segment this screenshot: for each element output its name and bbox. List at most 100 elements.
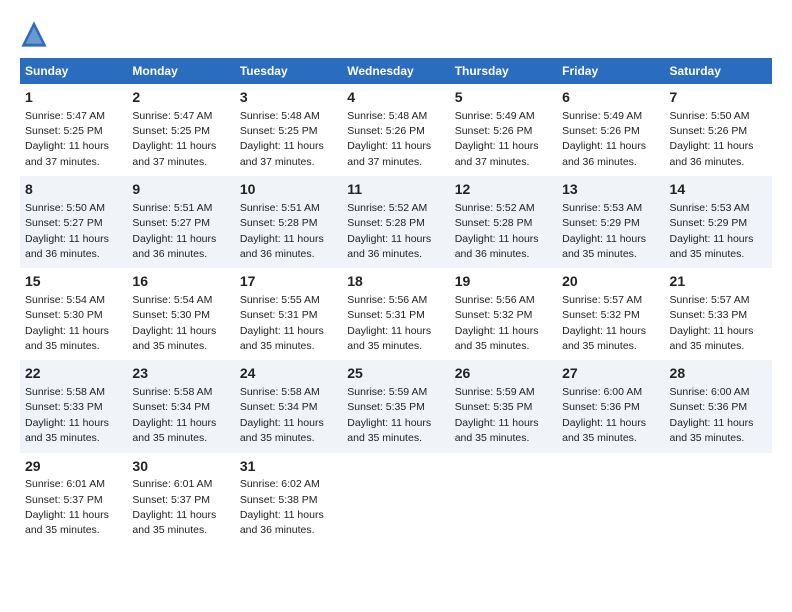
calendar-week-3: 15Sunrise: 5:54 AMSunset: 5:30 PMDayligh… bbox=[20, 268, 772, 360]
logo bbox=[20, 20, 52, 48]
day-info: Sunrise: 6:01 AMSunset: 5:37 PMDaylight:… bbox=[25, 478, 109, 536]
calendar-cell: 9Sunrise: 5:51 AMSunset: 5:27 PMDaylight… bbox=[127, 176, 234, 268]
day-info: Sunrise: 6:00 AMSunset: 5:36 PMDaylight:… bbox=[562, 386, 646, 444]
day-info: Sunrise: 5:53 AMSunset: 5:29 PMDaylight:… bbox=[670, 202, 754, 260]
calendar-cell: 14Sunrise: 5:53 AMSunset: 5:29 PMDayligh… bbox=[665, 176, 772, 268]
day-number: 30 bbox=[132, 457, 229, 477]
calendar-week-1: 1Sunrise: 5:47 AMSunset: 5:25 PMDaylight… bbox=[20, 84, 772, 176]
day-number: 15 bbox=[25, 272, 122, 292]
day-info: Sunrise: 5:57 AMSunset: 5:32 PMDaylight:… bbox=[562, 294, 646, 352]
calendar-cell bbox=[342, 453, 449, 545]
day-info: Sunrise: 5:56 AMSunset: 5:32 PMDaylight:… bbox=[455, 294, 539, 352]
calendar-cell: 15Sunrise: 5:54 AMSunset: 5:30 PMDayligh… bbox=[20, 268, 127, 360]
day-number: 22 bbox=[25, 364, 122, 384]
calendar-cell: 24Sunrise: 5:58 AMSunset: 5:34 PMDayligh… bbox=[235, 360, 342, 452]
calendar-week-2: 8Sunrise: 5:50 AMSunset: 5:27 PMDaylight… bbox=[20, 176, 772, 268]
day-info: Sunrise: 5:48 AMSunset: 5:25 PMDaylight:… bbox=[240, 110, 324, 168]
day-number: 19 bbox=[455, 272, 552, 292]
calendar-cell bbox=[665, 453, 772, 545]
day-number: 27 bbox=[562, 364, 659, 384]
day-info: Sunrise: 5:59 AMSunset: 5:35 PMDaylight:… bbox=[455, 386, 539, 444]
day-info: Sunrise: 5:54 AMSunset: 5:30 PMDaylight:… bbox=[132, 294, 216, 352]
day-number: 5 bbox=[455, 88, 552, 108]
day-number: 1 bbox=[25, 88, 122, 108]
calendar-header-friday: Friday bbox=[557, 58, 664, 84]
calendar-cell: 18Sunrise: 5:56 AMSunset: 5:31 PMDayligh… bbox=[342, 268, 449, 360]
calendar-week-5: 29Sunrise: 6:01 AMSunset: 5:37 PMDayligh… bbox=[20, 453, 772, 545]
day-info: Sunrise: 6:02 AMSunset: 5:38 PMDaylight:… bbox=[240, 478, 324, 536]
day-number: 21 bbox=[670, 272, 767, 292]
day-number: 8 bbox=[25, 180, 122, 200]
day-number: 23 bbox=[132, 364, 229, 384]
calendar-cell: 20Sunrise: 5:57 AMSunset: 5:32 PMDayligh… bbox=[557, 268, 664, 360]
calendar-header-thursday: Thursday bbox=[450, 58, 557, 84]
calendar-cell: 16Sunrise: 5:54 AMSunset: 5:30 PMDayligh… bbox=[127, 268, 234, 360]
calendar-cell: 12Sunrise: 5:52 AMSunset: 5:28 PMDayligh… bbox=[450, 176, 557, 268]
day-number: 4 bbox=[347, 88, 444, 108]
calendar-header-saturday: Saturday bbox=[665, 58, 772, 84]
calendar-cell: 5Sunrise: 5:49 AMSunset: 5:26 PMDaylight… bbox=[450, 84, 557, 176]
calendar-header-sunday: Sunday bbox=[20, 58, 127, 84]
day-info: Sunrise: 5:51 AMSunset: 5:28 PMDaylight:… bbox=[240, 202, 324, 260]
calendar-cell: 4Sunrise: 5:48 AMSunset: 5:26 PMDaylight… bbox=[342, 84, 449, 176]
calendar-header-wednesday: Wednesday bbox=[342, 58, 449, 84]
calendar-cell: 17Sunrise: 5:55 AMSunset: 5:31 PMDayligh… bbox=[235, 268, 342, 360]
day-info: Sunrise: 6:01 AMSunset: 5:37 PMDaylight:… bbox=[132, 478, 216, 536]
day-number: 6 bbox=[562, 88, 659, 108]
day-info: Sunrise: 5:54 AMSunset: 5:30 PMDaylight:… bbox=[25, 294, 109, 352]
calendar-cell bbox=[557, 453, 664, 545]
calendar-cell: 28Sunrise: 6:00 AMSunset: 5:36 PMDayligh… bbox=[665, 360, 772, 452]
day-info: Sunrise: 5:56 AMSunset: 5:31 PMDaylight:… bbox=[347, 294, 431, 352]
calendar-cell: 23Sunrise: 5:58 AMSunset: 5:34 PMDayligh… bbox=[127, 360, 234, 452]
calendar-header-tuesday: Tuesday bbox=[235, 58, 342, 84]
calendar-cell: 11Sunrise: 5:52 AMSunset: 5:28 PMDayligh… bbox=[342, 176, 449, 268]
logo-icon bbox=[20, 20, 48, 48]
day-number: 14 bbox=[670, 180, 767, 200]
calendar-header-row: SundayMondayTuesdayWednesdayThursdayFrid… bbox=[20, 58, 772, 84]
calendar-cell: 26Sunrise: 5:59 AMSunset: 5:35 PMDayligh… bbox=[450, 360, 557, 452]
day-number: 24 bbox=[240, 364, 337, 384]
calendar-body: 1Sunrise: 5:47 AMSunset: 5:25 PMDaylight… bbox=[20, 84, 772, 545]
day-info: Sunrise: 5:57 AMSunset: 5:33 PMDaylight:… bbox=[670, 294, 754, 352]
page-header bbox=[20, 20, 772, 48]
calendar-cell: 6Sunrise: 5:49 AMSunset: 5:26 PMDaylight… bbox=[557, 84, 664, 176]
day-info: Sunrise: 5:58 AMSunset: 5:34 PMDaylight:… bbox=[240, 386, 324, 444]
calendar-cell: 22Sunrise: 5:58 AMSunset: 5:33 PMDayligh… bbox=[20, 360, 127, 452]
calendar-table: SundayMondayTuesdayWednesdayThursdayFrid… bbox=[20, 58, 772, 545]
calendar-cell: 30Sunrise: 6:01 AMSunset: 5:37 PMDayligh… bbox=[127, 453, 234, 545]
day-number: 17 bbox=[240, 272, 337, 292]
calendar-cell: 29Sunrise: 6:01 AMSunset: 5:37 PMDayligh… bbox=[20, 453, 127, 545]
calendar-cell: 1Sunrise: 5:47 AMSunset: 5:25 PMDaylight… bbox=[20, 84, 127, 176]
day-number: 16 bbox=[132, 272, 229, 292]
day-info: Sunrise: 5:50 AMSunset: 5:27 PMDaylight:… bbox=[25, 202, 109, 260]
calendar-cell: 27Sunrise: 6:00 AMSunset: 5:36 PMDayligh… bbox=[557, 360, 664, 452]
day-info: Sunrise: 5:58 AMSunset: 5:34 PMDaylight:… bbox=[132, 386, 216, 444]
day-number: 25 bbox=[347, 364, 444, 384]
day-info: Sunrise: 5:48 AMSunset: 5:26 PMDaylight:… bbox=[347, 110, 431, 168]
day-info: Sunrise: 5:50 AMSunset: 5:26 PMDaylight:… bbox=[670, 110, 754, 168]
day-info: Sunrise: 5:58 AMSunset: 5:33 PMDaylight:… bbox=[25, 386, 109, 444]
calendar-cell: 3Sunrise: 5:48 AMSunset: 5:25 PMDaylight… bbox=[235, 84, 342, 176]
day-number: 12 bbox=[455, 180, 552, 200]
day-number: 18 bbox=[347, 272, 444, 292]
day-number: 9 bbox=[132, 180, 229, 200]
day-number: 31 bbox=[240, 457, 337, 477]
calendar-cell: 25Sunrise: 5:59 AMSunset: 5:35 PMDayligh… bbox=[342, 360, 449, 452]
calendar-cell: 31Sunrise: 6:02 AMSunset: 5:38 PMDayligh… bbox=[235, 453, 342, 545]
day-number: 28 bbox=[670, 364, 767, 384]
day-info: Sunrise: 5:51 AMSunset: 5:27 PMDaylight:… bbox=[132, 202, 216, 260]
day-number: 26 bbox=[455, 364, 552, 384]
calendar-cell: 13Sunrise: 5:53 AMSunset: 5:29 PMDayligh… bbox=[557, 176, 664, 268]
day-number: 13 bbox=[562, 180, 659, 200]
day-info: Sunrise: 5:49 AMSunset: 5:26 PMDaylight:… bbox=[455, 110, 539, 168]
day-info: Sunrise: 5:49 AMSunset: 5:26 PMDaylight:… bbox=[562, 110, 646, 168]
day-number: 29 bbox=[25, 457, 122, 477]
calendar-cell: 7Sunrise: 5:50 AMSunset: 5:26 PMDaylight… bbox=[665, 84, 772, 176]
day-number: 10 bbox=[240, 180, 337, 200]
day-number: 2 bbox=[132, 88, 229, 108]
calendar-cell: 21Sunrise: 5:57 AMSunset: 5:33 PMDayligh… bbox=[665, 268, 772, 360]
day-info: Sunrise: 5:47 AMSunset: 5:25 PMDaylight:… bbox=[25, 110, 109, 168]
calendar-week-4: 22Sunrise: 5:58 AMSunset: 5:33 PMDayligh… bbox=[20, 360, 772, 452]
day-number: 3 bbox=[240, 88, 337, 108]
day-info: Sunrise: 5:47 AMSunset: 5:25 PMDaylight:… bbox=[132, 110, 216, 168]
